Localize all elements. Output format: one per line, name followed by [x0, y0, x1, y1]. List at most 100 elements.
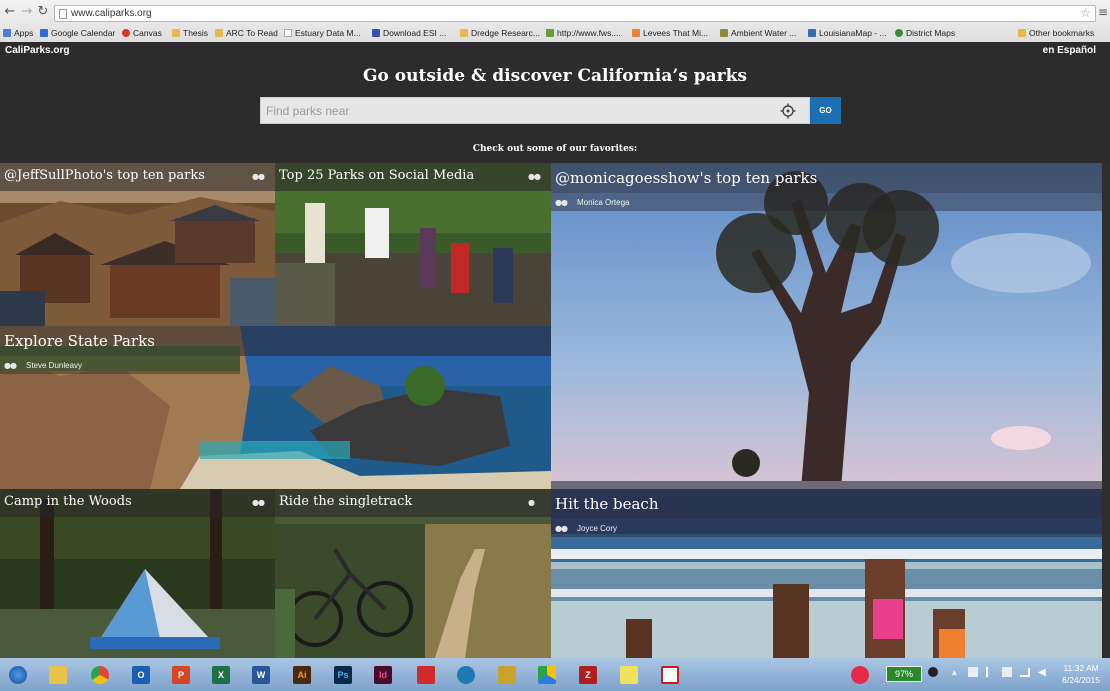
joshua-tree-photo [551, 163, 1102, 489]
tile-credit: Monica Ortega [577, 198, 630, 207]
tray-expand-icon[interactable]: ▴ [952, 667, 957, 678]
reload-icon[interactable]: ↻ [36, 5, 50, 19]
tile-title: @JeffSullPhoto's top ten parks [4, 168, 205, 183]
gis-app-icon[interactable] [493, 662, 521, 688]
bookmark-item[interactable]: Ambient Water ... [720, 26, 796, 40]
tile-monicagoesshow[interactable]: @monicagoesshow's top ten parks ●● Monic… [551, 163, 1102, 489]
bookmark-icon [546, 29, 554, 37]
credit-dots-icon: ●● [555, 524, 568, 533]
tile-jeffsullphoto[interactable]: @JeffSullPhoto's top ten parks ●● [0, 163, 275, 326]
page-icon [284, 29, 292, 37]
address-bar[interactable]: www.caliparks.org ☆ [54, 5, 1096, 22]
tile-top-25[interactable]: Top 25 Parks on Social Media ●● [275, 163, 551, 326]
bookmark-icon [40, 29, 48, 37]
bookmark-item[interactable]: Apps [3, 26, 33, 40]
tile-credit: Steve Dunleavy [26, 361, 83, 370]
tile-title: Ride the singletrack [279, 494, 413, 509]
bookmark-item[interactable]: LouisianaMap - ... [808, 26, 887, 40]
bookmark-item[interactable]: Google Calendar [40, 26, 115, 40]
tile-camp-in-the-woods[interactable]: Camp in the Woods ●● [0, 489, 275, 658]
folder-icon [1018, 29, 1026, 37]
page-icon [59, 9, 67, 19]
search-input[interactable] [260, 97, 810, 124]
bookmark-item[interactable]: Canvas [122, 26, 162, 40]
tile-title: @monicagoesshow's top ten parks [555, 169, 818, 187]
credit-dots-icon: ●● [4, 361, 17, 370]
tile-dots-icon: ● [528, 498, 535, 507]
tray-status-icon[interactable] [928, 667, 938, 677]
favorites-heading: Check out some of our favorites: [472, 144, 638, 154]
tile-explore-state-parks[interactable]: Explore State Parks ●● Steve Dunleavy [0, 326, 551, 489]
go-button[interactable]: GO [810, 97, 841, 124]
flag-icon[interactable] [986, 667, 996, 677]
globe-search-icon[interactable] [452, 662, 480, 688]
clock-date: 6/24/2015 [1062, 675, 1100, 685]
tile-title: Top 25 Parks on Social Media [279, 168, 475, 183]
chrome-icon[interactable] [86, 662, 114, 688]
taskbar: O P X W Ai Ps Id Z 97% ▴ ◀ 11:32 AM 6/24… [0, 658, 1110, 691]
signal-icon[interactable] [1020, 668, 1030, 677]
bookmark-item[interactable]: ARC To Read [215, 26, 278, 40]
bookmark-icon [460, 29, 468, 37]
tile-ride-the-singletrack[interactable]: Ride the singletrack ● [275, 489, 551, 658]
word-icon[interactable]: W [247, 662, 275, 688]
folder-icon[interactable] [44, 662, 72, 688]
tile-hit-the-beach[interactable]: Hit the beach ●● Joyce Cory [551, 489, 1102, 658]
bookmark-icon [632, 29, 640, 37]
google-drive-icon[interactable] [533, 662, 561, 688]
locate-icon[interactable] [780, 103, 796, 119]
tile-dots-icon: ●● [252, 498, 265, 507]
clock[interactable]: 11:32 AM 6/24/2015 [1062, 662, 1100, 686]
bookmark-item[interactable]: Estuary Data M... [284, 26, 361, 40]
tile-title: Hit the beach [555, 495, 659, 513]
bookmarks-bar: Apps Google Calendar Canvas Thesis ARC T… [0, 25, 1110, 41]
bookmark-item[interactable]: Levees That Mi... [632, 26, 708, 40]
forward-arrow-icon[interactable]: → [20, 5, 34, 19]
acrobat-icon[interactable] [656, 662, 684, 688]
sticky-notes-icon[interactable] [615, 662, 643, 688]
language-link[interactable]: en Español [1043, 45, 1096, 56]
excel-icon[interactable]: X [207, 662, 235, 688]
powerpoint-icon[interactable]: P [167, 662, 195, 688]
illustrator-icon[interactable]: Ai [288, 662, 316, 688]
page-title: Go outside & discover California’s parks [363, 66, 747, 86]
network-icon[interactable] [1002, 667, 1012, 677]
site-logo[interactable]: CaliParks.org [5, 45, 69, 56]
tile-dots-icon: ●● [252, 172, 265, 181]
indesign-icon[interactable]: Id [369, 662, 397, 688]
windows-start-icon[interactable] [4, 662, 32, 688]
shield-app-icon[interactable] [412, 662, 440, 688]
bookmark-item[interactable]: Thesis [172, 26, 208, 40]
clock-time: 11:32 AM [1063, 663, 1099, 673]
zotero-icon[interactable]: Z [574, 662, 602, 688]
windows-flag-icon[interactable] [968, 667, 978, 677]
tile-credit-bar [551, 519, 1102, 537]
bookmark-star-icon[interactable]: ☆ [1080, 6, 1091, 21]
bookmark-icon [720, 29, 728, 37]
bookmark-icon [808, 29, 816, 37]
bookmark-icon [3, 29, 11, 37]
volume-icon[interactable]: ◀ [1038, 667, 1046, 678]
tile-title: Explore State Parks [4, 332, 155, 350]
other-bookmarks[interactable]: Other bookmarks [1018, 26, 1094, 40]
browser-menu-icon[interactable]: ≡ [1098, 5, 1108, 19]
outlook-icon[interactable]: O [127, 662, 155, 688]
photoshop-icon[interactable]: Ps [329, 662, 357, 688]
credit-dots-icon: ●● [555, 198, 568, 207]
back-arrow-icon[interactable]: ← [3, 5, 17, 19]
folder-icon [215, 29, 223, 37]
tray-app-icon[interactable] [846, 662, 874, 688]
tile-credit: Joyce Cory [577, 524, 618, 533]
screen: ← → ↻ www.caliparks.org ☆ ≡ Apps Google … [0, 0, 1110, 691]
tile-credit-bar [551, 193, 1102, 211]
bookmark-item[interactable]: Dredge Researc... [460, 26, 540, 40]
battery-indicator[interactable]: 97% [886, 666, 922, 682]
browser-chrome: ← → ↻ www.caliparks.org ☆ ≡ Apps Google … [0, 0, 1110, 42]
bookmark-item[interactable]: Download ESI ... [372, 26, 446, 40]
folder-icon [172, 29, 180, 37]
bookmark-icon [895, 29, 903, 37]
bookmark-item[interactable]: http://www.fws.... [546, 26, 621, 40]
bookmark-item[interactable]: District Maps [895, 26, 955, 40]
site-header: CaliParks.org en Español Go outside & di… [0, 42, 1110, 163]
bookmark-icon [122, 29, 130, 37]
